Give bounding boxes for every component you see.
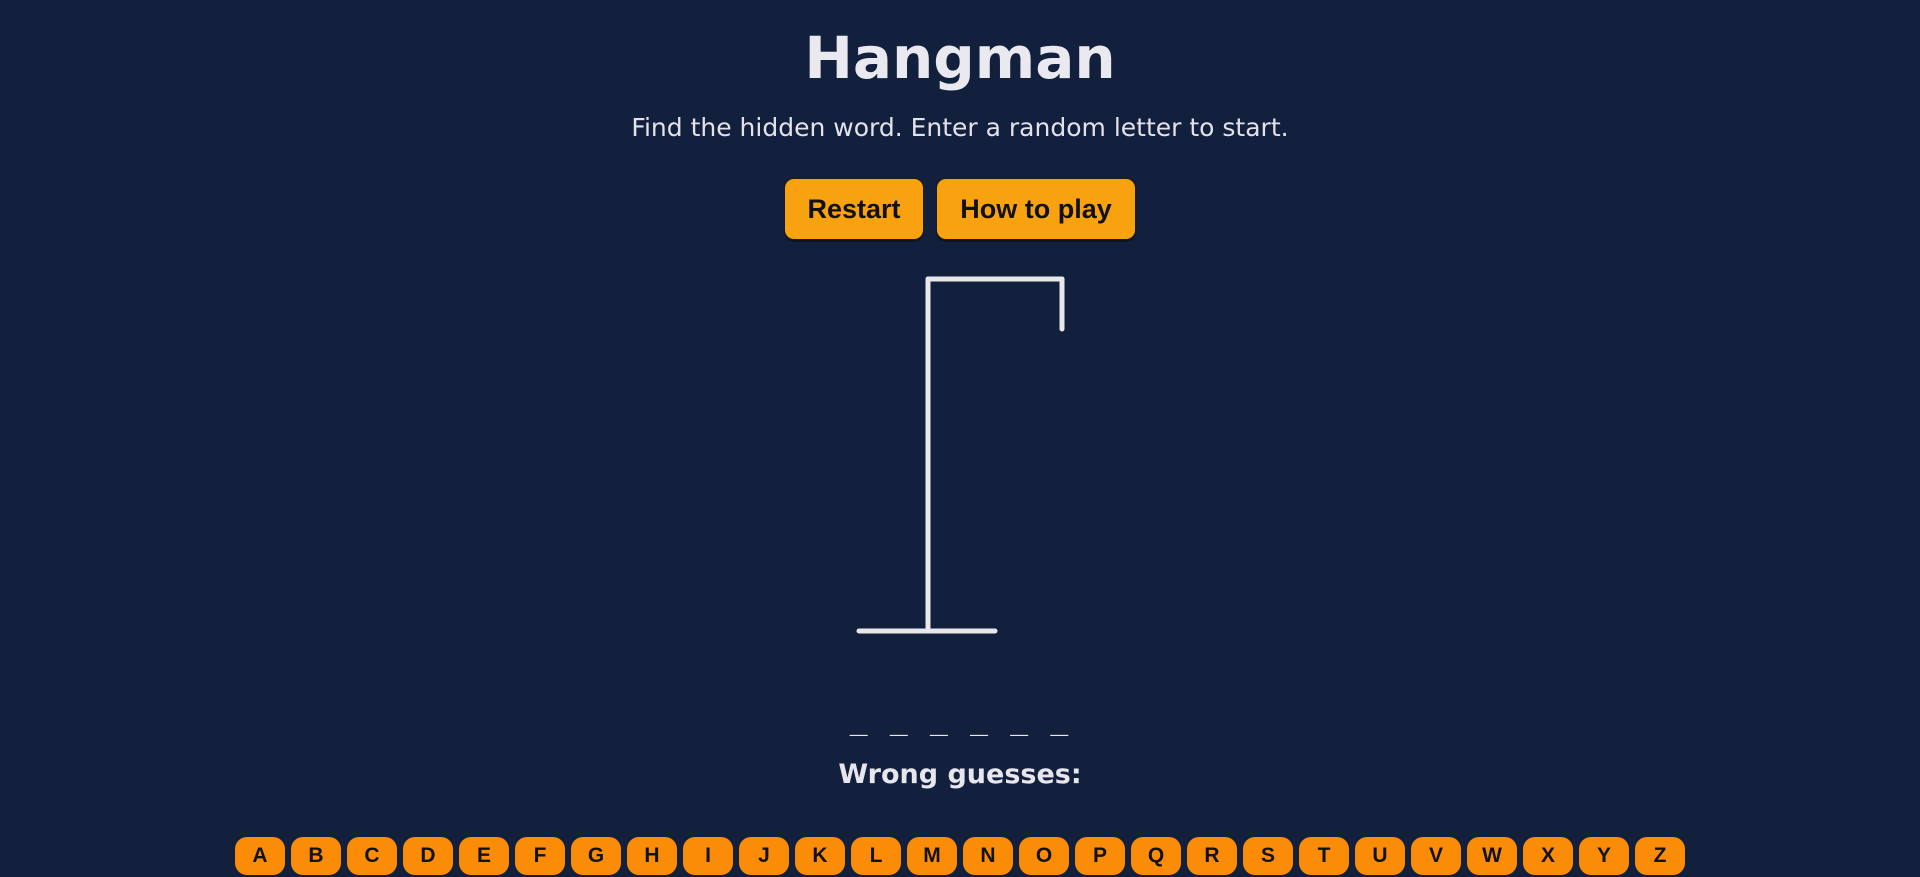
instructions-text: Find the hidden word. Enter a random let… bbox=[631, 113, 1289, 142]
how-to-play-button[interactable]: How to play bbox=[936, 178, 1136, 240]
letter-key-e[interactable]: E bbox=[459, 837, 509, 875]
letter-key-c[interactable]: C bbox=[347, 837, 397, 875]
letter-key-k[interactable]: K bbox=[795, 837, 845, 875]
wrong-guesses-label: Wrong guesses: bbox=[838, 759, 1082, 790]
wrong-guesses: Wrong guesses: bbox=[0, 757, 1920, 793]
letter-key-q[interactable]: Q bbox=[1131, 837, 1181, 875]
letter-key-i[interactable]: I bbox=[683, 837, 733, 875]
letter-key-n[interactable]: N bbox=[963, 837, 1013, 875]
letter-key-z[interactable]: Z bbox=[1635, 837, 1685, 875]
letter-key-s[interactable]: S bbox=[1243, 837, 1293, 875]
letter-key-u[interactable]: U bbox=[1355, 837, 1405, 875]
letter-key-j[interactable]: J bbox=[739, 837, 789, 875]
letter-key-y[interactable]: Y bbox=[1579, 837, 1629, 875]
letter-key-a[interactable]: A bbox=[235, 837, 285, 875]
letter-key-g[interactable]: G bbox=[571, 837, 621, 875]
letter-key-l[interactable]: L bbox=[851, 837, 901, 875]
letter-key-h[interactable]: H bbox=[627, 837, 677, 875]
letter-key-w[interactable]: W bbox=[1467, 837, 1517, 875]
letter-key-f[interactable]: F bbox=[515, 837, 565, 875]
control-buttons: Restart How to play bbox=[0, 178, 1920, 240]
hidden-word: _ _ _ _ _ _ bbox=[849, 702, 1071, 737]
letter-key-v[interactable]: V bbox=[1411, 837, 1461, 875]
letter-key-x[interactable]: X bbox=[1523, 837, 1573, 875]
letter-key-t[interactable]: T bbox=[1299, 837, 1349, 875]
letter-keyboard: A B C D E F G H I J K L M N O P Q R S T … bbox=[0, 837, 1920, 875]
letter-key-r[interactable]: R bbox=[1187, 837, 1237, 875]
letter-key-o[interactable]: O bbox=[1019, 837, 1069, 875]
letter-key-b[interactable]: B bbox=[291, 837, 341, 875]
restart-button[interactable]: Restart bbox=[784, 178, 924, 240]
letter-key-m[interactable]: M bbox=[907, 837, 957, 875]
letter-key-p[interactable]: P bbox=[1075, 837, 1125, 875]
page-title: Hangman bbox=[804, 24, 1116, 92]
letter-key-d[interactable]: D bbox=[403, 837, 453, 875]
